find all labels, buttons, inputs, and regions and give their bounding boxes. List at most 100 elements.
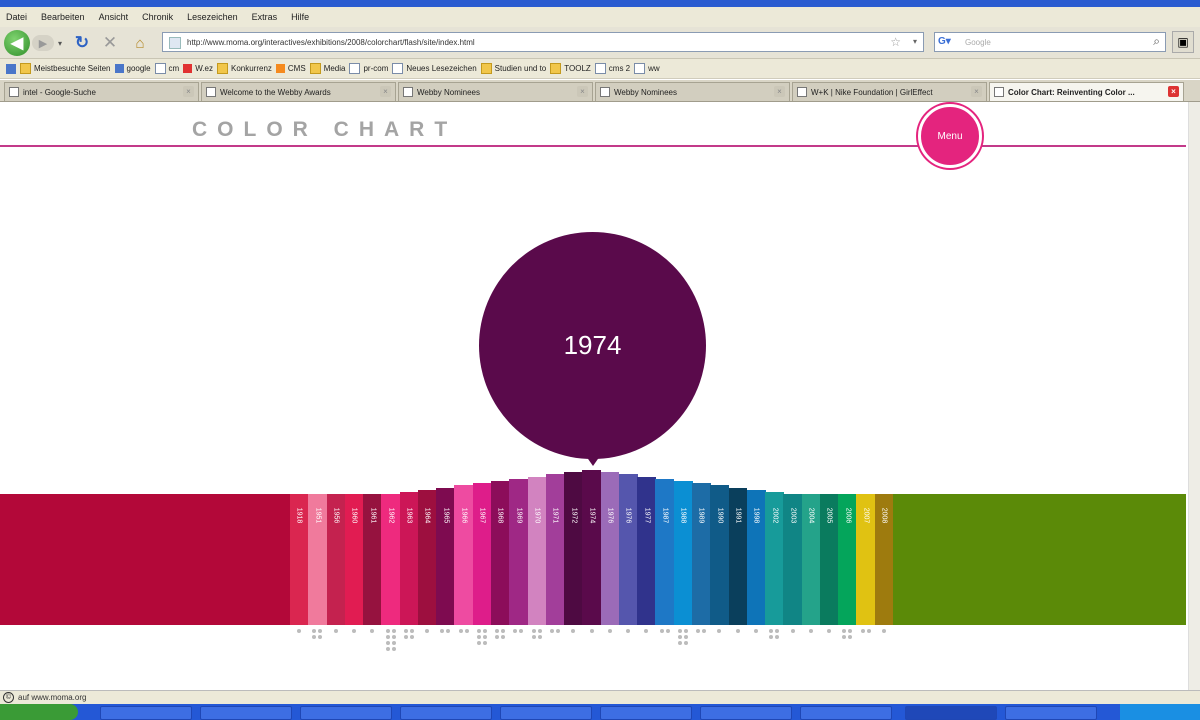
item-dot[interactable] (391, 635, 396, 639)
bookmark-item[interactable]: ww (634, 63, 660, 74)
bookmark-item[interactable]: TOOLZ (550, 63, 591, 74)
timeline-band-right[interactable] (893, 494, 1186, 625)
timeline-strip-1974[interactable]: 1974 (582, 470, 602, 625)
timeline-strip-1956[interactable]: 1956 (326, 494, 346, 625)
timeline-strip-1965[interactable]: 1965 (436, 488, 456, 625)
item-dot[interactable] (476, 641, 481, 645)
item-dot[interactable] (677, 629, 682, 633)
item-dot[interactable] (425, 629, 430, 633)
timeline-strip-1967[interactable]: 1967 (472, 483, 492, 625)
item-dot[interactable] (683, 629, 688, 633)
item-dot[interactable] (385, 629, 390, 633)
timeline-strip-1966[interactable]: 1966 (454, 485, 474, 625)
taskbar-item[interactable] (600, 706, 692, 720)
taskbar-item[interactable] (800, 706, 892, 720)
item-dot[interactable] (626, 629, 631, 633)
bookmark-item[interactable]: W.ez (183, 64, 213, 73)
url-dropdown-icon[interactable]: ▾ (913, 37, 917, 46)
item-dot[interactable] (333, 629, 338, 633)
close-icon[interactable]: × (380, 86, 391, 97)
item-dot[interactable] (495, 629, 500, 633)
timeline-strip-2005[interactable]: 2005 (819, 494, 839, 625)
menu-item-extras[interactable]: Extras (252, 12, 278, 22)
menu-item-datei[interactable]: Datei (6, 12, 27, 22)
timeline-strip-1918[interactable]: 1918 (290, 494, 309, 625)
bookmark-item[interactable]: Studien und to (480, 63, 546, 74)
item-dot[interactable] (775, 635, 780, 639)
item-dot[interactable] (482, 629, 487, 633)
tab-active[interactable]: Color Chart: Reinventing Color ... × (989, 82, 1184, 101)
timeline-strip-1987[interactable]: 1987 (655, 479, 675, 625)
item-dot[interactable] (409, 629, 414, 633)
item-dot[interactable] (495, 635, 500, 639)
tab[interactable]: W+K | Nike Foundation | GirlEffect × (792, 82, 987, 101)
timeline-strip-1976[interactable]: 1976 (618, 474, 638, 625)
item-dot[interactable] (848, 629, 853, 633)
back-arrow-icon[interactable]: ◀ (4, 30, 30, 56)
timeline-strip-2002[interactable]: 2002 (765, 492, 784, 625)
item-dot[interactable] (458, 629, 463, 633)
vertical-scrollbar[interactable] (1188, 102, 1200, 690)
item-dot[interactable] (753, 629, 758, 633)
item-dot[interactable] (501, 635, 506, 639)
item-dot[interactable] (571, 629, 576, 633)
timeline-strip-1961[interactable]: 1961 (363, 494, 382, 625)
timeline-strip-1971[interactable]: 1971 (545, 474, 565, 625)
taskbar-item-active[interactable] (905, 706, 997, 720)
item-dot[interactable] (775, 629, 780, 633)
timeline-strip-1963[interactable]: 1963 (399, 492, 419, 625)
item-dot[interactable] (501, 629, 506, 633)
start-button[interactable] (0, 704, 78, 720)
item-dot[interactable] (769, 635, 774, 639)
close-icon[interactable]: × (971, 86, 982, 97)
item-dot[interactable] (842, 635, 847, 639)
taskbar-item[interactable] (400, 706, 492, 720)
stop-icon[interactable]: ✕ (100, 33, 120, 53)
item-dot[interactable] (696, 629, 701, 633)
url-bar[interactable]: http://www.moma.org/interactives/exhibit… (162, 32, 924, 52)
item-dot[interactable] (790, 629, 795, 633)
timeline-strip-1991[interactable]: 1991 (728, 488, 748, 625)
timeline-strip-1968[interactable]: 1968 (491, 481, 510, 625)
item-dot[interactable] (482, 641, 487, 645)
item-dot[interactable] (537, 629, 542, 633)
bookmark-star-icon[interactable]: ☆ (890, 35, 901, 49)
search-icon[interactable]: ⌕ (1153, 34, 1160, 49)
taskbar-item[interactable] (200, 706, 292, 720)
item-dot[interactable] (531, 635, 536, 639)
timeline-strip-1977[interactable]: 1977 (637, 477, 657, 625)
bookmark-item[interactable]: Neues Lesezeichen (392, 63, 477, 74)
item-dot[interactable] (665, 629, 670, 633)
taskbar-item[interactable] (300, 706, 392, 720)
item-dot[interactable] (513, 629, 518, 633)
item-dot[interactable] (683, 641, 688, 645)
close-icon[interactable]: × (1168, 86, 1179, 97)
item-dot[interactable] (370, 629, 375, 633)
item-dot[interactable] (735, 629, 740, 633)
tab[interactable]: Welcome to the Webby Awards × (201, 82, 396, 101)
timeline-strip-1976[interactable]: 1976 (600, 472, 620, 625)
item-dot[interactable] (312, 635, 317, 639)
item-dot[interactable] (297, 629, 302, 633)
item-dot[interactable] (860, 629, 865, 633)
item-dot[interactable] (312, 629, 317, 633)
timeline-strip-2004[interactable]: 2004 (801, 494, 821, 625)
item-dot[interactable] (476, 629, 481, 633)
item-dot[interactable] (683, 635, 688, 639)
item-dot[interactable] (391, 629, 396, 633)
timeline-strip-1951[interactable]: 1951 (308, 494, 328, 625)
timeline-strip-1972[interactable]: 1972 (564, 472, 583, 625)
bookmark-item[interactable]: cms 2 (594, 63, 630, 74)
menu-item-lesezeichen[interactable]: Lesezeichen (187, 12, 238, 22)
menu-item-chronik[interactable]: Chronik (142, 12, 173, 22)
item-dot[interactable] (318, 635, 323, 639)
menu-item-bearbeiten[interactable]: Bearbeiten (41, 12, 85, 22)
search-input[interactable]: G▾ Google ⌕ (934, 32, 1166, 52)
item-dot[interactable] (446, 629, 451, 633)
close-icon[interactable]: × (577, 86, 588, 97)
item-dot[interactable] (842, 629, 847, 633)
taskbar-item[interactable] (1005, 706, 1097, 720)
item-dot[interactable] (385, 641, 390, 645)
reload-icon[interactable]: ↻ (72, 33, 92, 53)
forward-arrow-icon[interactable]: ▶ (32, 35, 54, 51)
